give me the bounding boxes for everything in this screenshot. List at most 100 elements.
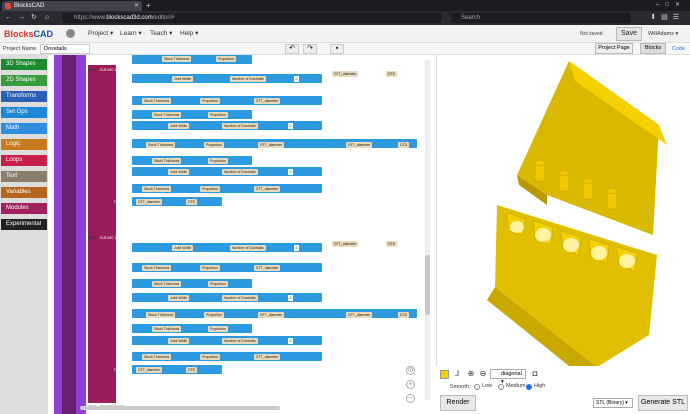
var-dtt-diameter[interactable]: DTT_diameter [254, 186, 281, 192]
var-dtt-diameter[interactable]: DTT_diameter [254, 265, 281, 271]
home-icon[interactable]: ⌂ [45, 13, 49, 23]
number-value[interactable]: 2 [288, 123, 293, 129]
redo-button[interactable]: ↷ [303, 44, 317, 54]
var-joint-width[interactable]: Joint Width [168, 295, 190, 301]
category-modules[interactable]: Modules [1, 203, 47, 214]
var-proportion[interactable]: Proportion [208, 112, 229, 118]
var-joint-width[interactable]: Joint Width [172, 245, 194, 251]
var-stock-thickness[interactable]: Stock Thickness [142, 354, 172, 360]
number-value[interactable]: 2 [288, 169, 293, 175]
math-block[interactable] [132, 156, 252, 165]
var-number-of-dovetails[interactable]: Number of Dovetails [230, 76, 266, 82]
var-stock-thickness[interactable]: Stock Thickness [152, 326, 182, 332]
delete-button[interactable]: ▪ [330, 44, 344, 54]
browser-tab[interactable]: BlocksCAD ✕ [2, 1, 142, 11]
var-stock-thickness[interactable]: Stock Thickness [146, 142, 176, 148]
menu-help[interactable]: Help ▾ [180, 28, 198, 40]
menu-learn[interactable]: Learn ▾ [120, 28, 142, 40]
camera-icon[interactable]: ◘ [530, 369, 540, 379]
var-stock-thickness[interactable]: Stock Thickness [142, 98, 172, 104]
project-page-button[interactable]: Project Page [595, 43, 633, 54]
number-value[interactable]: 2 [288, 295, 293, 301]
menu-teach[interactable]: Teach ▾ [150, 28, 172, 40]
category-loops[interactable]: Loops [1, 155, 47, 166]
stl-format-select[interactable]: STL (Binary) ▾ [593, 398, 633, 408]
var-stock-thickness[interactable]: Stock Thickness [142, 265, 172, 271]
category-variables[interactable]: Variables [1, 187, 47, 198]
var-number-of-dovetails[interactable]: Number of Dovetails [222, 338, 258, 344]
category-logic[interactable]: Logic [1, 139, 47, 150]
math-block[interactable] [132, 324, 252, 333]
number-value[interactable]: 2 [288, 338, 293, 344]
var-number-of-dovetails[interactable]: Number of Dovetails [222, 123, 258, 129]
var-proportion[interactable]: Proportion [216, 56, 237, 62]
window-controls[interactable]: –□✕ [656, 0, 686, 11]
smooth-high-radio[interactable] [526, 384, 532, 390]
var-joint-width[interactable]: Joint Width [172, 76, 194, 82]
var-dtt-diameter[interactable]: DTT_diameter [332, 241, 359, 247]
var-proportion[interactable]: Proportion [200, 265, 221, 271]
var-dtt-diameter[interactable]: DTT_diameter [254, 98, 281, 104]
cut-arc-block-2[interactable] [88, 233, 116, 403]
view-angle-select[interactable]: diagonal ▾ [490, 369, 526, 385]
category-transforms[interactable]: Transforms [1, 91, 47, 102]
var-dtt-diameter[interactable]: DTT_diameter [332, 71, 359, 77]
var-stock-thickness[interactable]: Stock Thickness [146, 312, 176, 318]
zoom-reset-icon[interactable]: ⊙ [406, 366, 415, 375]
var-number-of-dovetails[interactable]: Number of Dovetails [222, 169, 258, 175]
var-stock-thickness[interactable]: Stock Thickness [142, 186, 172, 192]
var-stock-thickness[interactable]: Stock Thickness [152, 281, 182, 287]
url-bar[interactable]: https://www.blockscad3d.com/editor/# [62, 13, 442, 23]
cut-arc-block-1[interactable] [88, 65, 116, 237]
save-button[interactable]: Save [616, 27, 642, 41]
var-proportion[interactable]: Proportion [204, 312, 225, 318]
toolbar-icons[interactable]: ⬇▤☰ [650, 13, 684, 23]
var-proportion[interactable]: Proportion [208, 281, 229, 287]
var-stock-thickness[interactable]: Stock Thickness [152, 112, 182, 118]
var-dtd[interactable]: DTD [398, 142, 410, 148]
render-button[interactable]: Render [440, 395, 476, 411]
var-proportion[interactable]: Proportion [200, 354, 221, 360]
var-proportion[interactable]: Proportion [208, 158, 229, 164]
user-menu[interactable]: WillAdams ▾ [648, 31, 678, 37]
category-3d-shapes[interactable]: 3D Shapes [1, 59, 47, 70]
var-dtd[interactable]: DTD [386, 71, 398, 77]
math-block[interactable] [132, 110, 252, 119]
zoom-out-icon[interactable]: − [406, 394, 415, 403]
var-proportion[interactable]: Proportion [200, 98, 221, 104]
close-tab-icon[interactable]: ✕ [134, 1, 139, 11]
var-dtd[interactable]: DTD [186, 199, 198, 205]
var-dtt-diameter[interactable]: DTT_diameter [136, 199, 163, 205]
blocks-tab-button[interactable]: Blocks [640, 43, 666, 54]
forward-icon[interactable]: → [18, 13, 25, 23]
var-stock-thickness[interactable]: Stock Thickness [162, 56, 192, 62]
back-icon[interactable]: ← [5, 13, 12, 23]
var-dtt-diameter[interactable]: DTT_diameter [258, 142, 285, 148]
var-dtd[interactable]: DTD [386, 241, 398, 247]
category-math[interactable]: Math [1, 123, 47, 134]
var-joint-width[interactable]: Joint Width [168, 169, 190, 175]
var-dtt-diameter[interactable]: DTT_diameter [136, 367, 163, 373]
category-text[interactable]: Text [1, 171, 47, 182]
var-proportion[interactable]: Proportion [200, 186, 221, 192]
var-dtd[interactable]: DTD [186, 367, 198, 373]
generate-stl-button[interactable]: Generate STL [638, 395, 688, 411]
var-joint-width[interactable]: Joint Width [168, 123, 190, 129]
var-stock-thickness[interactable]: Stock Thickness [152, 158, 182, 164]
category-experimental[interactable]: Experimental [1, 219, 47, 230]
color-swatch[interactable] [440, 370, 449, 379]
var-number-of-dovetails[interactable]: Number of Dovetails [222, 295, 258, 301]
undo-button[interactable]: ↶ [285, 44, 299, 54]
math-block[interactable] [132, 279, 252, 288]
zoom-in-view-icon[interactable]: ⊕ [466, 369, 476, 379]
var-proportion[interactable]: Proportion [208, 326, 229, 332]
axes-icon[interactable]: ⅃ [452, 369, 462, 379]
var-dtt-diameter[interactable]: DTT_diameter [346, 312, 373, 318]
category-set-ops[interactable]: Set Ops [1, 107, 47, 118]
menu-project[interactable]: Project ▾ [88, 28, 113, 40]
new-tab-icon[interactable]: + [146, 0, 151, 11]
block-workspace[interactable]: plus cut arc with plus cut arc with plus… [48, 55, 435, 414]
category-2d-shapes[interactable]: 2D Shapes [1, 75, 47, 86]
var-dtt-diameter[interactable]: DTT_diameter [346, 142, 373, 148]
3d-render-viewer[interactable] [436, 55, 690, 367]
